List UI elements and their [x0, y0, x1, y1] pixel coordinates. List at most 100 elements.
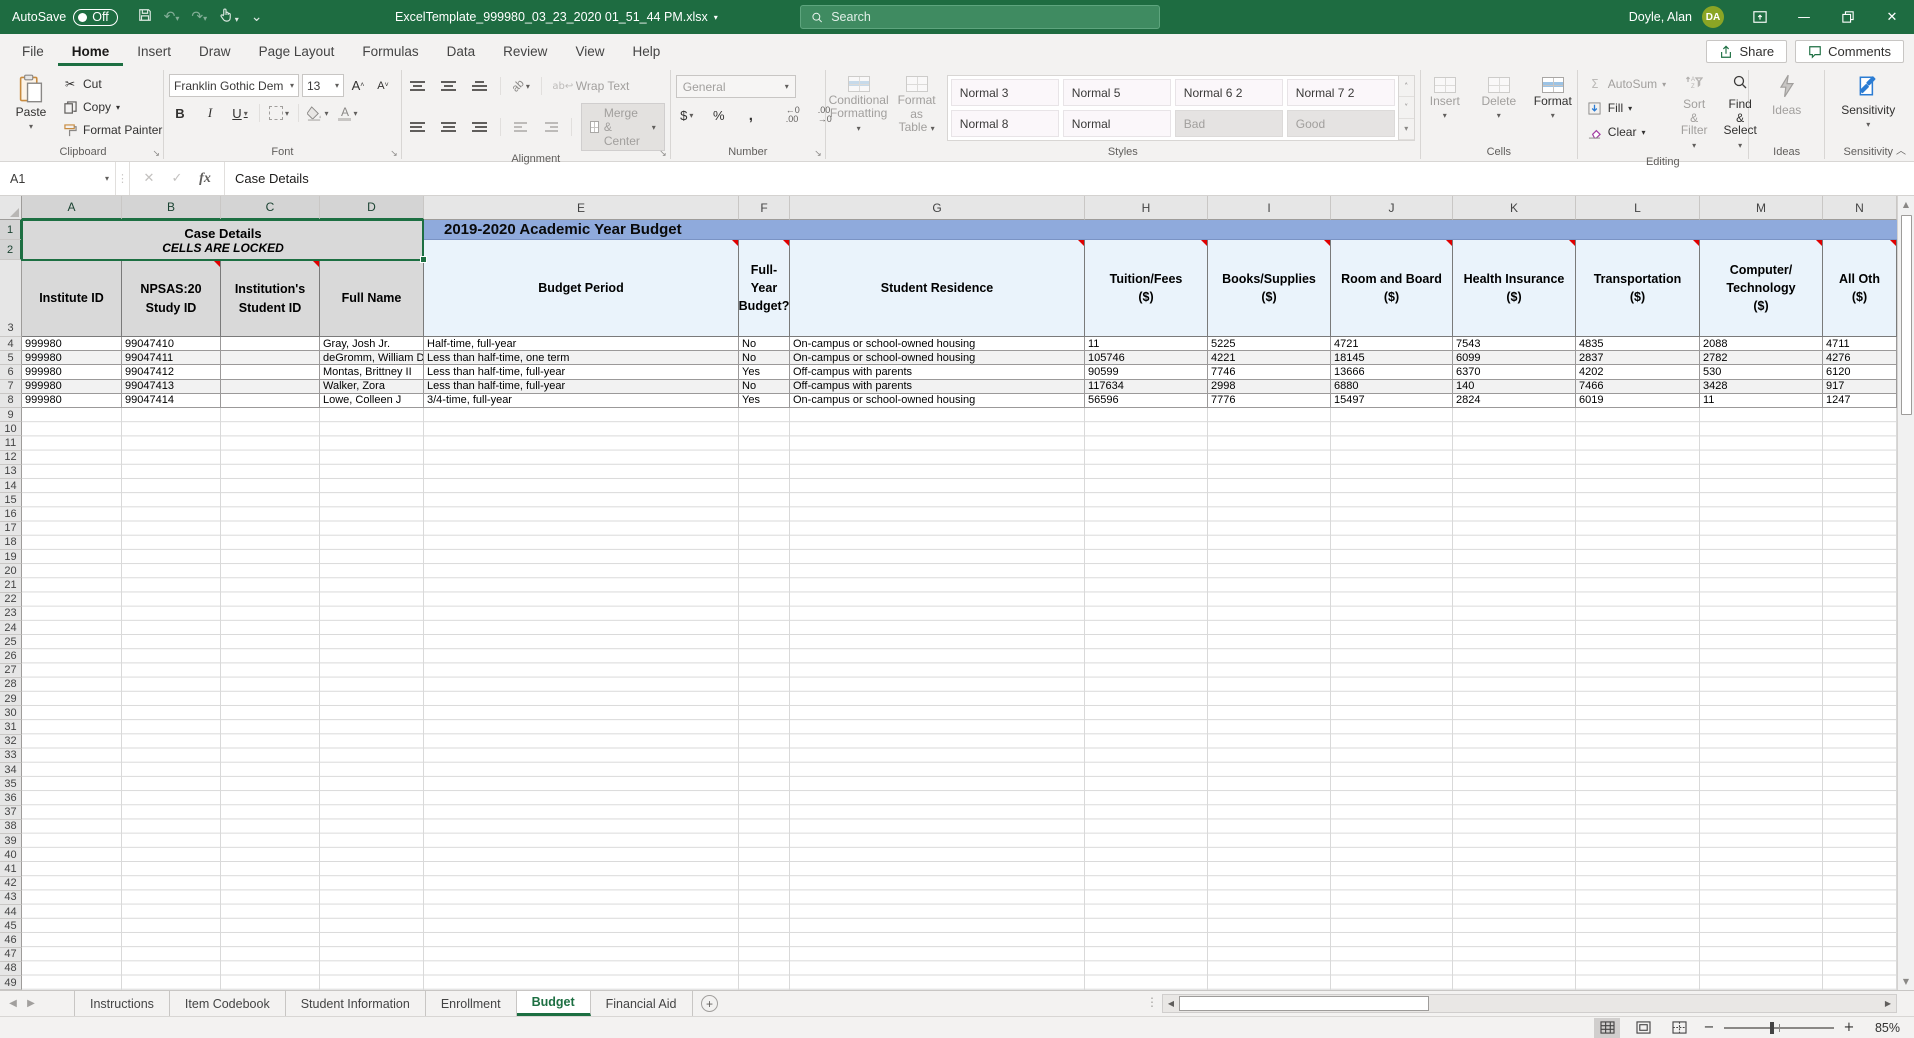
cell-B7[interactable]: 99047413: [122, 380, 221, 394]
zoom-slider[interactable]: [1724, 1027, 1834, 1029]
save-icon[interactable]: [138, 8, 152, 26]
cell-C5[interactable]: [221, 351, 320, 365]
cell-H4[interactable]: 11: [1085, 337, 1208, 351]
cell-M8[interactable]: 11: [1700, 394, 1823, 408]
cell-D6[interactable]: Montas, Brittney II: [320, 365, 424, 379]
wrap-text-button[interactable]: ab↩Wrap Text: [551, 76, 634, 96]
row-header-35[interactable]: 35: [0, 777, 22, 791]
column-title-G3[interactable]: Student Residence: [790, 240, 1085, 337]
cell-N7[interactable]: 917: [1823, 380, 1897, 394]
cell-K5[interactable]: 6099: [1453, 351, 1576, 365]
column-title-M3[interactable]: Computer/ Technology ($): [1700, 240, 1823, 337]
cell-G6[interactable]: Off-campus with parents: [790, 365, 1085, 379]
quick-access-customize-icon[interactable]: ⌄: [251, 9, 263, 25]
document-title[interactable]: ExcelTemplate_999980_03_23_2020 01_51_44…: [395, 10, 708, 24]
cell-budget-banner[interactable]: 2019-2020 Academic Year Budget: [424, 220, 1897, 240]
column-title-K3[interactable]: Health Insurance ($): [1453, 240, 1576, 337]
row-header-20[interactable]: 20: [0, 564, 22, 578]
cell-D5[interactable]: deGromm, William D: [320, 351, 424, 365]
format-as-table-button[interactable]: Format as Table ▾: [892, 72, 940, 136]
cell-L6[interactable]: 4202: [1576, 365, 1700, 379]
scroll-left-icon[interactable]: ◀: [1163, 995, 1179, 1012]
row-header-49[interactable]: 49: [0, 976, 22, 990]
align-bottom-icon[interactable]: [469, 75, 491, 97]
cell-I8[interactable]: 7776: [1208, 394, 1331, 408]
column-title-L3[interactable]: Transportation ($): [1576, 240, 1700, 337]
cell-K4[interactable]: 7543: [1453, 337, 1576, 351]
cell-N8[interactable]: 1247: [1823, 394, 1897, 408]
format-cells-button[interactable]: Format▾: [1530, 73, 1576, 122]
cell-E7[interactable]: Less than half-time, full-year: [424, 380, 739, 394]
column-header-F[interactable]: F: [739, 196, 790, 220]
sheet-nav-right-icon[interactable]: ▶: [18, 991, 44, 1016]
row-header-13[interactable]: 13: [0, 465, 22, 479]
cell-D4[interactable]: Gray, Josh Jr.: [320, 337, 424, 351]
insert-function-icon[interactable]: fx: [192, 167, 218, 191]
cell-L8[interactable]: 6019: [1576, 394, 1700, 408]
row-header-34[interactable]: 34: [0, 763, 22, 777]
cell-style-normal-7-2[interactable]: Normal 7 2: [1287, 79, 1395, 106]
font-size-select[interactable]: 13▾: [302, 74, 344, 97]
cell-N6[interactable]: 6120: [1823, 365, 1897, 379]
orientation-icon[interactable]: ab▾: [510, 75, 532, 97]
sort-filter-button[interactable]: AZ Sort & Filter ▾: [1672, 70, 1716, 154]
cell-A7[interactable]: 999980: [22, 380, 122, 394]
decrease-font-icon[interactable]: A˅: [372, 75, 394, 97]
row-header-11[interactable]: 11: [0, 436, 22, 450]
cell-H6[interactable]: 90599: [1085, 365, 1208, 379]
ribbon-tab-home[interactable]: Home: [58, 38, 124, 66]
row-header-21[interactable]: 21: [0, 578, 22, 592]
column-title-F3[interactable]: Full- Year Budget?: [739, 240, 790, 337]
cell-I6[interactable]: 7746: [1208, 365, 1331, 379]
number-dialog-launcher-icon[interactable]: ↘: [814, 149, 822, 159]
cell-A5[interactable]: 999980: [22, 351, 122, 365]
column-title-J3[interactable]: Room and Board ($): [1331, 240, 1453, 337]
sheet-tab-student-information[interactable]: Student Information: [286, 991, 426, 1016]
zoom-level[interactable]: 85%: [1866, 1021, 1900, 1035]
vertical-scrollbar[interactable]: ▲ ▼: [1897, 196, 1914, 990]
cell-style-normal-5[interactable]: Normal 5: [1063, 79, 1171, 106]
scroll-right-icon[interactable]: ▶: [1880, 995, 1896, 1012]
row-header-2[interactable]: 2: [0, 240, 22, 260]
ribbon-tab-insert[interactable]: Insert: [123, 38, 185, 66]
copy-button[interactable]: Copy ▾: [58, 97, 166, 117]
row-header-37[interactable]: 37: [0, 806, 22, 820]
ribbon-tab-formulas[interactable]: Formulas: [348, 38, 432, 66]
touch-mode-icon[interactable]: ▾: [219, 8, 239, 26]
column-header-H[interactable]: H: [1085, 196, 1208, 220]
row-header-40[interactable]: 40: [0, 848, 22, 862]
column-title-H3[interactable]: Tuition/Fees ($): [1085, 240, 1208, 337]
row-header-39[interactable]: 39: [0, 834, 22, 848]
formula-bar-grip[interactable]: ⋮: [116, 162, 130, 195]
row-header-27[interactable]: 27: [0, 664, 22, 678]
column-title-I3[interactable]: Books/Supplies ($): [1208, 240, 1331, 337]
row-header-43[interactable]: 43: [0, 891, 22, 905]
ribbon-tab-review[interactable]: Review: [489, 38, 561, 66]
sheet-tab-item-codebook[interactable]: Item Codebook: [170, 991, 286, 1016]
row-header-19[interactable]: 19: [0, 550, 22, 564]
search-box[interactable]: [800, 5, 1160, 29]
ribbon-tab-data[interactable]: Data: [433, 38, 490, 66]
user-name[interactable]: Doyle, Alan: [1629, 10, 1692, 24]
row-header-41[interactable]: 41: [0, 862, 22, 876]
percent-style-icon[interactable]: %: [708, 104, 730, 126]
row-header-22[interactable]: 22: [0, 593, 22, 607]
row-header-14[interactable]: 14: [0, 479, 22, 493]
cell-D7[interactable]: Walker, Zora: [320, 380, 424, 394]
row-header-4[interactable]: 4: [0, 337, 22, 351]
cell-J6[interactable]: 13666: [1331, 365, 1453, 379]
horizontal-scrollbar[interactable]: ◀ ▶: [1162, 994, 1897, 1013]
column-header-B[interactable]: B: [122, 196, 221, 220]
row-header-29[interactable]: 29: [0, 692, 22, 706]
cell-A4[interactable]: 999980: [22, 337, 122, 351]
bold-button[interactable]: B: [169, 102, 191, 124]
cell-F8[interactable]: Yes: [739, 394, 790, 408]
row-header-30[interactable]: 30: [0, 706, 22, 720]
cell-L4[interactable]: 4835: [1576, 337, 1700, 351]
cut-button[interactable]: ✂Cut: [58, 74, 166, 94]
fill-color-icon[interactable]: ▾: [307, 102, 329, 124]
empty-cells-region[interactable]: [22, 408, 1897, 990]
fill-button[interactable]: Fill ▾: [1583, 98, 1670, 118]
cell-style-normal-3[interactable]: Normal 3: [951, 79, 1059, 106]
cell-I7[interactable]: 2998: [1208, 380, 1331, 394]
